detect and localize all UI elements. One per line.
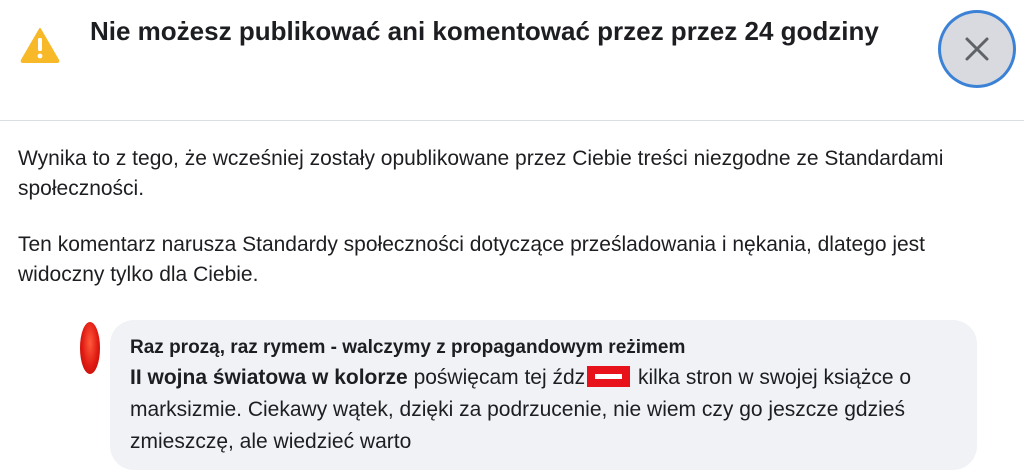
comment-bold-text: II wojna światowa w kolorze [130,366,408,389]
comment-text-part-1: poświęcam tej źdz [407,366,586,389]
avatar [80,322,100,374]
close-icon [965,37,989,61]
reason-paragraph: Wynika to z tego, że wcześniej zostały o… [18,147,944,200]
header-divider [0,120,1024,121]
comment-author[interactable]: Raz prozą, raz rymem - walczymy z propag… [130,336,685,360]
comment-bubble: Raz prozą, raz rymem - walczymy z propag… [110,320,977,470]
redaction-icon [587,366,631,387]
warning-icon [20,28,60,63]
violation-paragraph: Ten komentarz narusza Standardy społeczn… [18,233,926,286]
comment-text: II wojna światowa w kolorze poświęcam te… [130,362,960,458]
restriction-dialog: Nie możesz publikować ani komentować prz… [0,0,1024,476]
dialog-title: Nie możesz publikować ani komentować prz… [90,16,879,46]
close-button[interactable] [941,13,1013,85]
dialog-header: Nie możesz publikować ani komentować prz… [0,0,1024,120]
